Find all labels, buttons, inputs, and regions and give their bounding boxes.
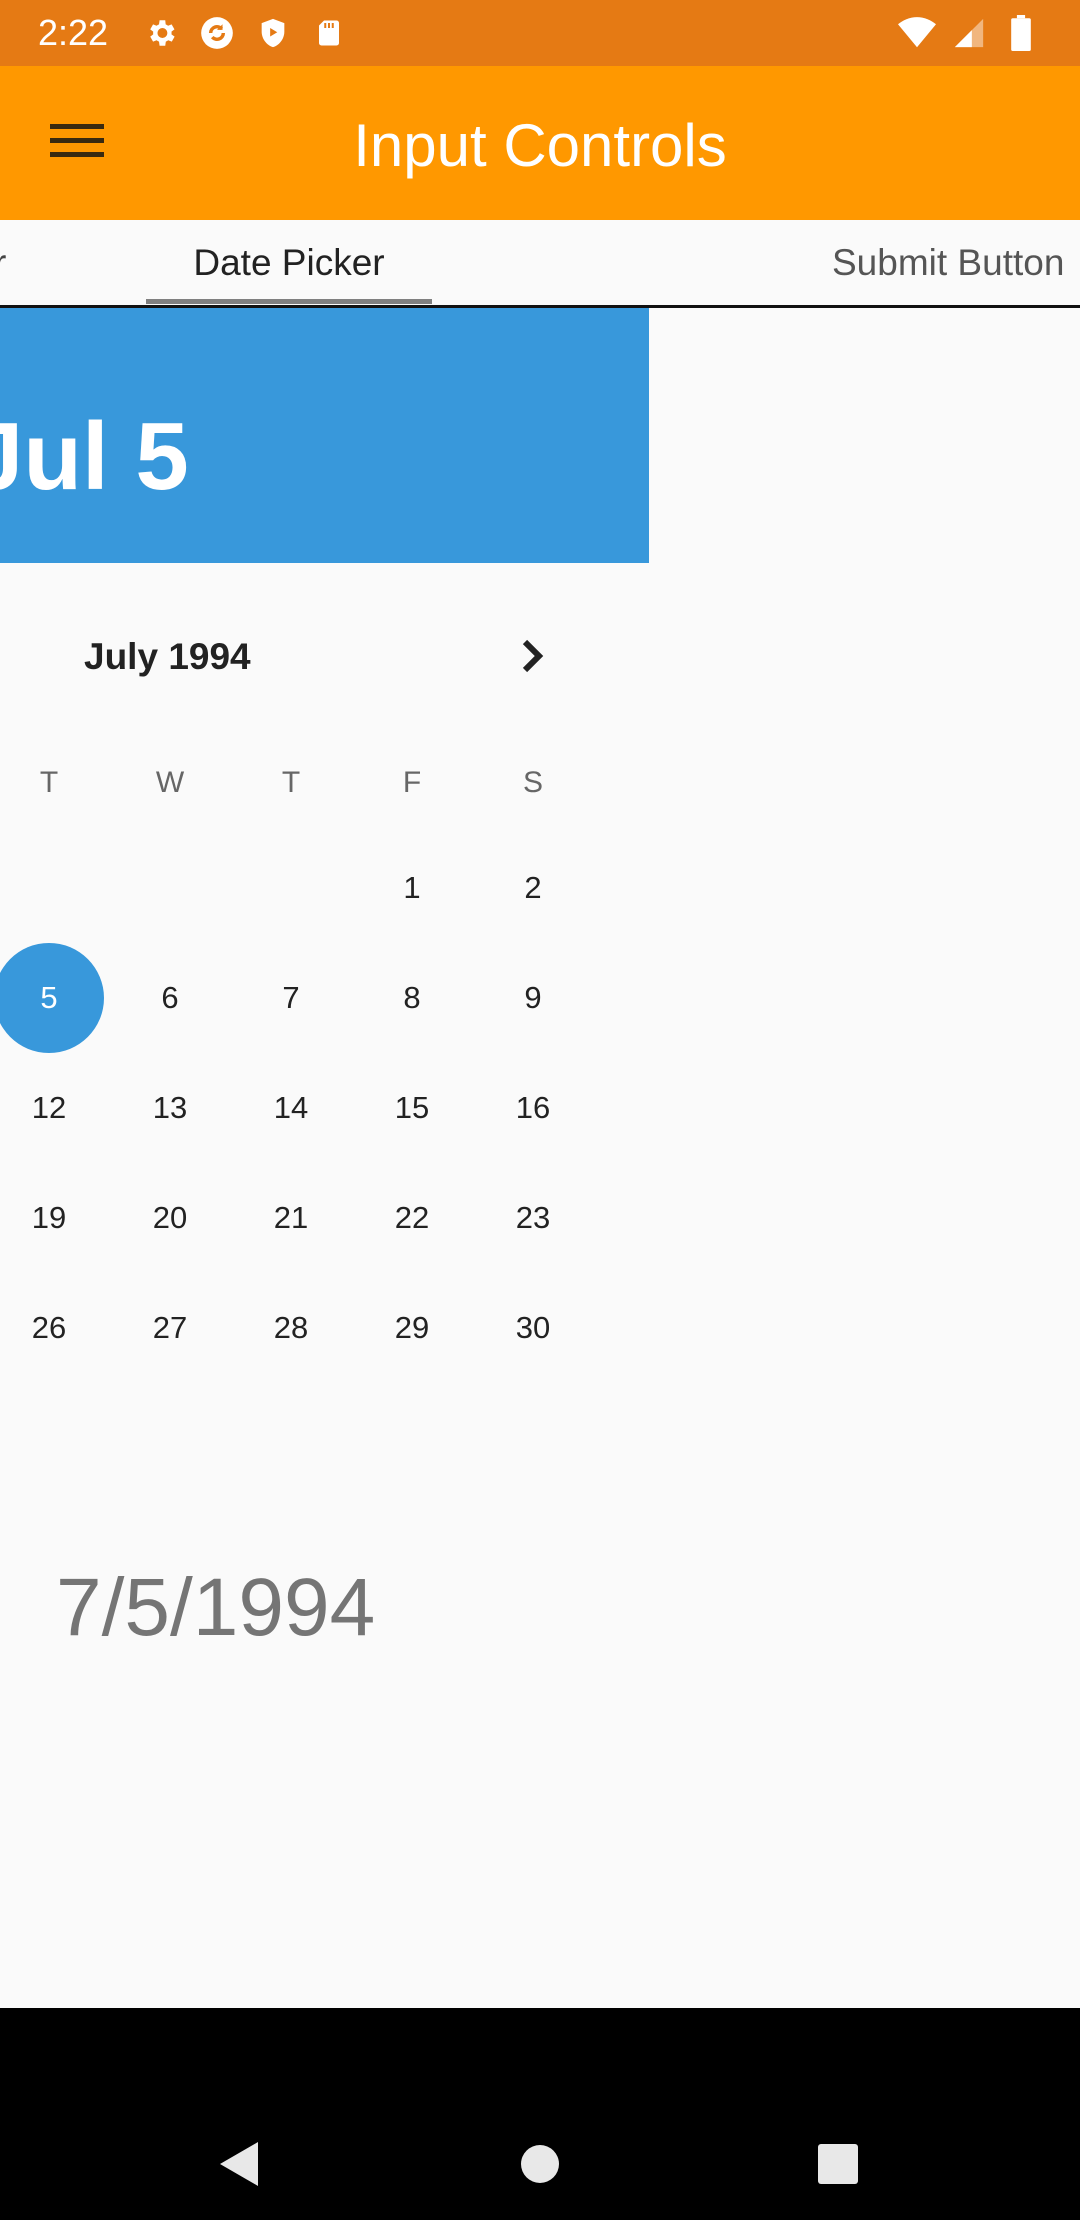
calendar-day[interactable]: 2 [478, 833, 588, 943]
recents-button[interactable] [798, 2126, 878, 2206]
home-icon [519, 2143, 561, 2190]
shield-play-icon [254, 14, 292, 52]
calendar-day[interactable]: 15 [357, 1053, 467, 1163]
tab-selected-indicator [146, 299, 432, 304]
calendar-day[interactable]: 30 [478, 1273, 588, 1383]
status-time: 2:22 [38, 12, 109, 53]
weekday-label: S [522, 766, 543, 799]
tab-submit-button[interactable]: Submit Button [832, 220, 1064, 305]
calendar-day[interactable]: 12 [0, 1053, 104, 1163]
calendar-day[interactable]: 22 [357, 1163, 467, 1273]
chevron-right-icon [519, 638, 547, 679]
signal-icon [950, 14, 988, 52]
home-button[interactable] [500, 2126, 580, 2206]
calendar-day[interactable]: 29 [357, 1273, 467, 1383]
selected-date-text: 7/5/1994 [56, 1562, 376, 1653]
calendar-day[interactable]: 23 [478, 1163, 588, 1273]
calendar-day-selected[interactable]: 5 [0, 943, 104, 1053]
weekday-label: T [39, 766, 59, 799]
date-picker-header: Jul 5 [0, 308, 649, 563]
calendar-day[interactable]: 14 [236, 1053, 346, 1163]
status-icons-left [142, 12, 348, 54]
calendar-day[interactable]: 13 [115, 1053, 225, 1163]
app-bar: Input Controls [0, 66, 1080, 220]
calendar-day[interactable]: 21 [236, 1163, 346, 1273]
wifi-icon [898, 14, 936, 52]
app-title: Input Controls [353, 112, 727, 179]
recents-icon [817, 2143, 859, 2190]
calendar-day[interactable]: 27 [115, 1273, 225, 1383]
tab-bar: r Date Picker Submit Button [0, 220, 1080, 308]
selected-date-display[interactable]: Jul 5 [0, 402, 189, 512]
sync-icon [198, 14, 236, 52]
calendar-day[interactable]: 9 [478, 943, 588, 1053]
status-bar: 2:22 [0, 0, 1080, 66]
calendar-day[interactable]: 28 [236, 1273, 346, 1383]
calendar-day[interactable]: 16 [478, 1053, 588, 1163]
calendar-day[interactable]: 8 [357, 943, 467, 1053]
tab-previous[interactable]: r [0, 220, 6, 305]
calendar-day[interactable]: 1 [357, 833, 467, 943]
calendar-day[interactable]: 7 [236, 943, 346, 1053]
calendar-day[interactable]: 6 [115, 943, 225, 1053]
calendar-day[interactable]: 20 [115, 1163, 225, 1273]
sd-card-icon [310, 14, 348, 52]
calendar-day[interactable]: 19 [0, 1163, 104, 1273]
back-button[interactable] [200, 2126, 280, 2206]
status-icons-right [898, 12, 1040, 54]
back-icon [218, 2140, 262, 2193]
weekday-label: W [155, 766, 185, 799]
month-year-label[interactable]: July 1994 [84, 634, 251, 680]
settings-icon [142, 14, 180, 52]
system-nav-bar [0, 2008, 1080, 2220]
battery-icon [1002, 14, 1040, 52]
weekday-label: T [281, 766, 301, 799]
next-month-button[interactable] [503, 630, 563, 686]
calendar-day[interactable]: 26 [0, 1273, 104, 1383]
tab-date-picker[interactable]: Date Picker [146, 220, 432, 305]
weekday-label: F [402, 766, 422, 799]
